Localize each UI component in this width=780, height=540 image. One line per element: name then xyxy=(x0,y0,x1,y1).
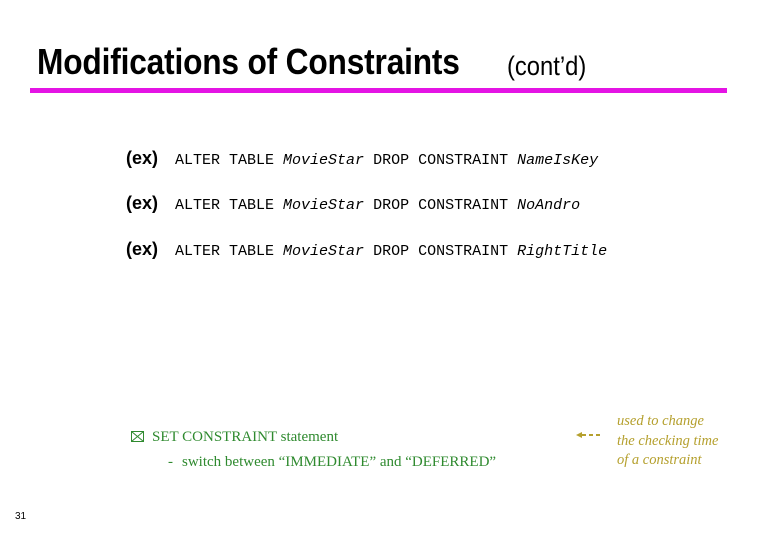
page-number: 31 xyxy=(15,511,27,522)
table-name: MovieStar xyxy=(283,243,365,260)
constraint-name: NoAndro xyxy=(517,197,581,214)
sub-bullet-marker: - xyxy=(168,454,173,470)
sql-action: DROP CONSTRAINT xyxy=(373,197,509,214)
sql-command: ALTER TABLE xyxy=(175,152,275,169)
annotation-line: used to change xyxy=(617,413,704,429)
set-constraint-bullet: SET CONSTRAINT statement xyxy=(131,428,338,446)
title-main-text: Modifications of Constraints xyxy=(37,41,460,82)
example-line: (ex) ALTER TABLE MovieStar DROP CONSTRAIN… xyxy=(126,239,607,262)
title-suffix-text: (cont’d) xyxy=(507,51,587,81)
example-line: (ex) ALTER TABLE MovieStar DROP CONSTRAIN… xyxy=(126,193,580,216)
dashed-left-arrow-icon xyxy=(576,432,600,438)
table-name: MovieStar xyxy=(283,152,365,169)
sql-action: DROP CONSTRAINT xyxy=(373,152,509,169)
sql-command: ALTER TABLE xyxy=(175,197,275,214)
table-name: MovieStar xyxy=(283,197,365,214)
constraint-name: RightTitle xyxy=(517,243,608,260)
sql-action: DROP CONSTRAINT xyxy=(373,243,509,260)
slide-title: Modifications of Constraints (cont’d) xyxy=(37,41,586,82)
annotation-line: the checking time xyxy=(617,432,719,449)
example-prefix: (ex) xyxy=(126,239,159,259)
example-prefix: (ex) xyxy=(126,193,159,213)
sub-bullet-text: switch between “IMMEDIATE” and “DEFERRED… xyxy=(182,454,497,470)
annotation-note: used to change the checking time of a co… xyxy=(617,412,718,471)
bullet-text: SET CONSTRAINT statement xyxy=(152,429,339,445)
ballot-box-x-icon xyxy=(131,431,144,442)
constraint-name: NameIsKey xyxy=(517,152,599,169)
example-line: (ex) ALTER TABLE MovieStar DROP CONSTRAIN… xyxy=(126,148,598,171)
title-underline xyxy=(30,88,727,93)
sub-bullet-item: - switch between “IMMEDIATE” and “DEFERRE… xyxy=(168,453,496,471)
annotation-line: of a constraint xyxy=(617,452,702,468)
example-prefix: (ex) xyxy=(126,148,159,168)
sql-command: ALTER TABLE xyxy=(175,243,275,260)
